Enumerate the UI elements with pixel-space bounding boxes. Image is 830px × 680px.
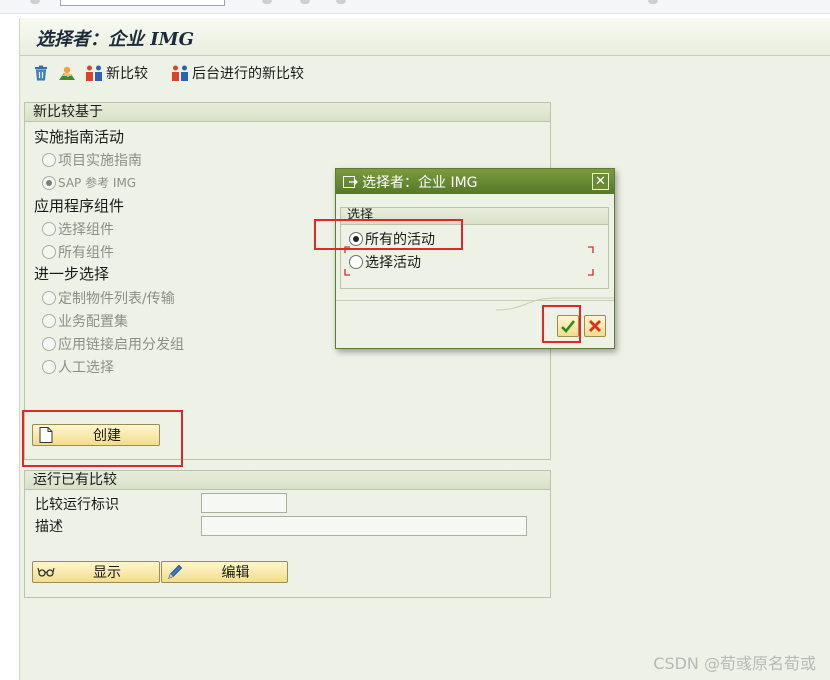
background-compare-button[interactable]: 后台进行的新比较: [171, 62, 304, 84]
edit-button-label: 编辑: [221, 565, 250, 581]
toolbar-icon[interactable]: [336, 0, 346, 4]
dialog-window-icon: [343, 175, 358, 188]
existing-compare-group: 运行已有比较 比较运行标识 描述 显示 编辑: [24, 470, 551, 598]
radio-label: 业务配置集: [58, 314, 128, 330]
section-impl-activities: 实施指南活动: [34, 128, 125, 146]
description-field[interactable]: [201, 516, 527, 536]
radio-business-config[interactable]: 业务配置集: [42, 311, 128, 331]
new-compare-label: 新比较: [106, 66, 148, 82]
background-compare-label: 后台进行的新比较: [192, 66, 304, 82]
new-compare-button[interactable]: 新比较: [85, 62, 148, 84]
edit-button[interactable]: 编辑: [161, 561, 288, 583]
dialog-title: 选择者：企业 IMG: [362, 174, 478, 191]
display-button[interactable]: 显示: [32, 561, 160, 583]
toolbar-icon[interactable]: [300, 0, 310, 4]
pencil-icon: [168, 564, 183, 579]
radio-all-components[interactable]: 所有组件: [42, 242, 114, 262]
display-button-label: 显示: [93, 565, 121, 581]
highlight-box-all-activities: [314, 219, 463, 250]
radio-project-guide[interactable]: 项目实施指南: [42, 150, 142, 170]
radio-label: 应用链接启用分发组: [58, 337, 184, 353]
close-icon: ✕: [595, 174, 606, 189]
toolbar-icon[interactable]: [648, 0, 658, 4]
radio-label: 选择组件: [58, 222, 114, 238]
radio-label: 所有组件: [58, 245, 114, 261]
radio-button[interactable]: [42, 175, 56, 190]
toolbar-icon[interactable]: [262, 0, 272, 4]
radio-button[interactable]: [42, 222, 56, 236]
page-title: 选择者：企业 IMG: [36, 29, 194, 50]
glasses-icon: [37, 567, 55, 577]
group-title: 运行已有比较: [25, 471, 550, 490]
group-title: 新比较基于: [25, 103, 550, 122]
dialog-titlebar: 选择者：企业 IMG: [336, 169, 614, 194]
run-id-label: 比较运行标识: [35, 497, 119, 513]
radio-button[interactable]: [42, 360, 56, 374]
radio-button[interactable]: [42, 337, 56, 351]
radio-manual[interactable]: 人工选择: [42, 357, 114, 377]
screen-titlebar: 选择者：企业 IMG: [20, 18, 830, 56]
watermark: CSDN @荀彧原名荀或: [653, 654, 816, 673]
user-compare-button[interactable]: [58, 62, 76, 84]
application-toolbar: 新比较 后台进行的新比较: [20, 58, 830, 88]
radio-label: 定制物件列表/传输: [58, 291, 175, 307]
run-id-field[interactable]: [201, 493, 287, 513]
command-field[interactable]: [60, 0, 225, 6]
system-toolbar-strip: [0, 0, 830, 14]
toolbar-icon[interactable]: [30, 0, 40, 4]
dialog-close-button[interactable]: ✕: [592, 173, 609, 190]
radio-button[interactable]: [42, 153, 56, 167]
cancel-x-icon: [589, 320, 601, 332]
radio-label: 项目实施指南: [58, 153, 142, 169]
radio-label: SAP 参考 IMG: [58, 176, 137, 190]
radio-select-components[interactable]: 选择组件: [42, 219, 114, 239]
radio-custom-objects[interactable]: 定制物件列表/传输: [42, 288, 175, 308]
main-screen: 选择者：企业 IMG 新比较 后台进行的新比较 新比较基于 实施指南活动 项目实…: [19, 18, 830, 680]
description-label: 描述: [35, 519, 63, 535]
radio-app-link[interactable]: 应用链接启用分发组: [42, 334, 184, 354]
user-landscape-icon: [59, 66, 75, 80]
compare-icon: [86, 65, 102, 81]
radio-label: 人工选择: [58, 360, 114, 376]
radio-button[interactable]: [42, 314, 56, 328]
delete-button[interactable]: [32, 62, 50, 84]
radio-button[interactable]: [42, 245, 56, 259]
highlight-box-create: [22, 410, 183, 467]
cancel-button[interactable]: [584, 315, 606, 337]
focus-corner-marks: [344, 246, 594, 276]
section-app-components: 应用程序组件: [34, 197, 125, 215]
highlight-box-confirm: [542, 305, 581, 343]
compare-icon: [172, 65, 188, 81]
radio-button[interactable]: [42, 291, 56, 305]
radio-sap-reference[interactable]: SAP 参考 IMG: [42, 174, 136, 191]
trash-icon: [35, 65, 47, 81]
section-further-selection: 进一步选择: [34, 265, 110, 283]
